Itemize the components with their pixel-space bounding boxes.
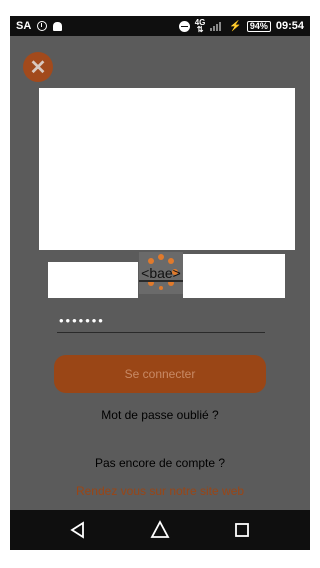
signal-icon <box>210 21 224 31</box>
login-button[interactable]: Se connecter <box>54 355 266 393</box>
image-placeholder-right <box>183 254 285 298</box>
network-type: 4G ⇅ <box>195 19 206 34</box>
navigation-bar <box>10 510 310 550</box>
status-right: 4G ⇅ ⚡ 94% 09:54 <box>178 19 304 34</box>
app-logo: <bae> <box>139 252 183 294</box>
data-arrows-icon: ⇅ <box>196 25 204 34</box>
recent-apps-icon[interactable] <box>232 520 252 540</box>
charging-icon: ⚡ <box>229 20 242 32</box>
image-placeholder-top <box>39 88 295 250</box>
android-icon <box>53 21 63 31</box>
close-button[interactable]: ✕ <box>23 52 53 82</box>
back-icon[interactable] <box>68 520 88 540</box>
clock-time: 09:54 <box>275 20 304 32</box>
status-left: SA <box>16 20 63 32</box>
phone-screen: SA 4G ⇅ ⚡ 94% 09:54 ✕ <bae> ••••••• Se c… <box>10 16 310 550</box>
battery-icon: 94% <box>246 20 271 32</box>
image-placeholder-left <box>48 262 138 298</box>
forgot-password-link[interactable]: Mot de passe oublié ? <box>10 408 310 422</box>
home-icon[interactable] <box>150 520 170 540</box>
password-field[interactable]: ••••••• <box>57 309 265 333</box>
carrier-label: SA <box>16 20 32 32</box>
no-account-text: Pas encore de compte ? <box>94 456 226 470</box>
close-icon: ✕ <box>29 56 47 79</box>
clock-icon <box>37 21 48 31</box>
logo-text: <bae> <box>141 265 181 281</box>
do-not-disturb-icon <box>178 20 190 32</box>
website-link[interactable]: Rendez vous sur notre site web <box>10 484 310 498</box>
battery-unit: % <box>259 20 268 31</box>
battery-level: 94 <box>249 20 260 31</box>
status-bar: SA 4G ⇅ ⚡ 94% 09:54 <box>10 16 310 36</box>
